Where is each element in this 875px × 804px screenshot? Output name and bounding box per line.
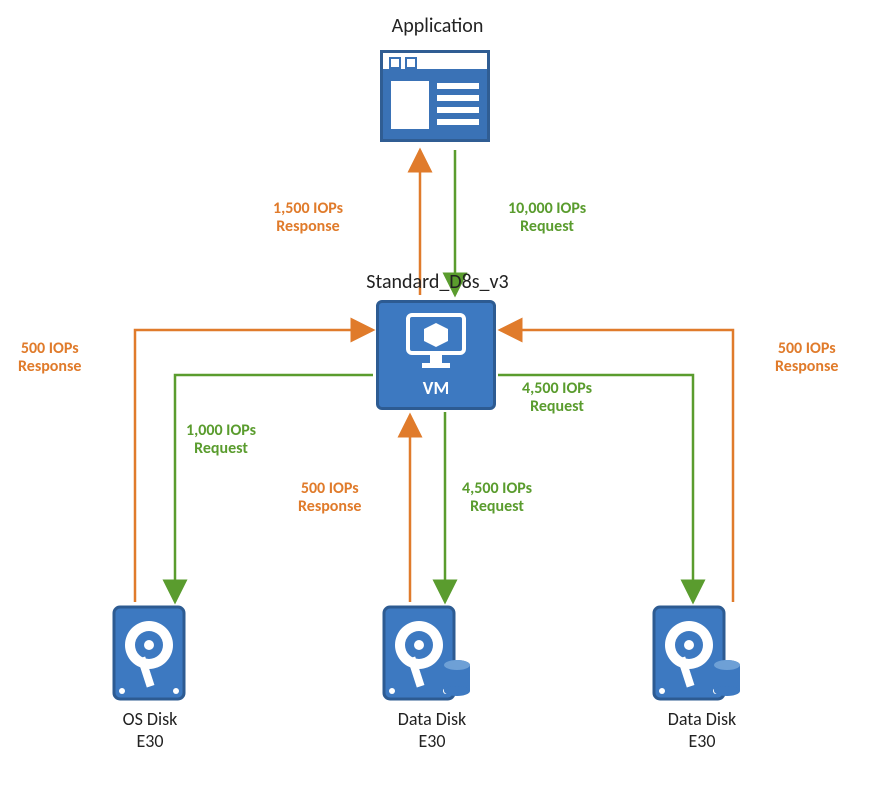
data-disk-2-title: Data Disk E30 (622, 708, 782, 804)
data-disk-1-line2: E30 (418, 730, 445, 752)
flow-dd2-to-vm: 500 IOPs Response (775, 340, 838, 376)
vm-node: VM (376, 300, 496, 410)
os-disk-line1: OS Disk (123, 708, 178, 730)
flow-vm-to-os: 1,000 IOPs Request (186, 422, 256, 458)
application-icon (380, 50, 490, 142)
data-disk-1-icon (382, 605, 464, 701)
flow-dd1-to-vm: 500 IOPs Response (298, 480, 361, 516)
data-disk-1-title: Data Disk E30 (352, 708, 512, 804)
flow-vm-to-app: 1,500 IOPs Response (273, 200, 343, 236)
vm-label: Standard_D8s_v3 (366, 270, 508, 294)
application-label: Application (392, 14, 484, 38)
data-disk-2-line2: E30 (688, 730, 715, 752)
data-disk-2-line1: Data Disk (668, 708, 736, 730)
os-disk-title: OS Disk E30 (80, 708, 220, 804)
data-disk-2-icon (652, 605, 734, 701)
vm-caption: VM (379, 377, 493, 399)
vm-title: Standard_D8s_v3 (0, 270, 875, 294)
flow-vm-to-dd1: 4,500 IOPs Request (462, 480, 532, 516)
flow-app-to-vm: 10,000 IOPs Request (508, 200, 586, 236)
os-disk-line2: E30 (136, 730, 163, 752)
monitor-icon (404, 313, 468, 371)
application-title: Application (0, 14, 875, 38)
os-disk-icon (112, 605, 194, 701)
flow-vm-to-dd2: 4,500 IOPs Request (522, 380, 592, 416)
flow-os-to-vm: 500 IOPs Response (18, 340, 81, 376)
data-disk-1-line1: Data Disk (398, 708, 466, 730)
